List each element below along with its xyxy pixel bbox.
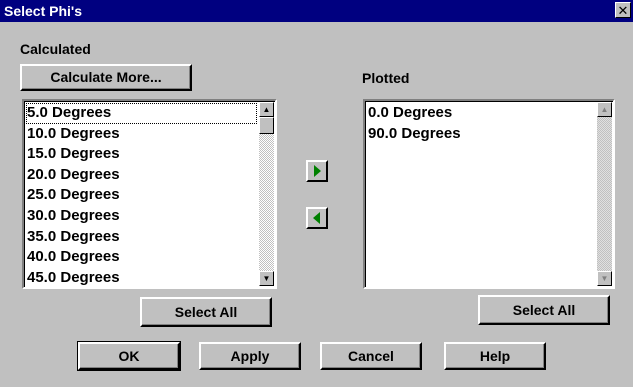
apply-label: Apply	[230, 348, 270, 364]
cancel-label: Cancel	[348, 348, 394, 364]
scroll-up-button[interactable]: ▲	[259, 102, 274, 117]
scroll-down-button[interactable]: ▼	[259, 271, 274, 286]
calculated-select-all-button[interactable]: Select All	[140, 297, 272, 327]
triangle-up-icon: ▲	[262, 105, 271, 114]
calculate-more-button[interactable]: Calculate More...	[20, 64, 192, 91]
cancel-button[interactable]: Cancel	[320, 342, 422, 370]
help-label: Help	[479, 348, 511, 364]
apply-button[interactable]: Apply	[199, 342, 301, 370]
list-item[interactable]: 0.0 Degrees	[367, 103, 595, 124]
remove-from-plotted-button[interactable]	[306, 207, 328, 229]
triangle-down-icon: ▼	[600, 274, 609, 283]
window-title: Select Phi's	[4, 3, 83, 19]
close-icon: ✕	[617, 3, 629, 18]
add-to-plotted-button[interactable]	[306, 160, 328, 182]
arrow-left-icon	[313, 212, 320, 224]
plotted-listbox[interactable]: 0.0 Degrees 90.0 Degrees ▲ ▼	[363, 99, 615, 289]
scroll-down-button[interactable]: ▼	[597, 271, 612, 286]
arrow-right-icon	[314, 165, 321, 177]
scroll-thumb[interactable]	[259, 117, 274, 134]
triangle-down-icon: ▼	[262, 274, 271, 283]
scroll-up-button[interactable]: ▲	[597, 102, 612, 117]
list-item[interactable]: 10.0 Degrees	[26, 124, 257, 145]
calculated-listbox[interactable]: 5.0 Degrees 10.0 Degrees 15.0 Degrees 20…	[22, 99, 277, 289]
list-item[interactable]: 5.0 Degrees	[26, 103, 257, 124]
list-item[interactable]: 30.0 Degrees	[26, 206, 257, 227]
list-item[interactable]: 20.0 Degrees	[26, 165, 257, 186]
close-button[interactable]: ✕	[615, 2, 631, 18]
title-bar[interactable]: Select Phi's ✕	[0, 0, 633, 22]
list-item[interactable]: 90.0 Degrees	[367, 124, 595, 145]
list-item[interactable]: 45.0 Degrees	[26, 268, 257, 289]
ok-label: OK	[118, 348, 140, 364]
calculated-label: Calculated	[20, 41, 91, 57]
select-all-label: Select All	[512, 302, 576, 318]
select-phis-dialog: Select Phi's ✕ Calculated Calculate More…	[0, 0, 633, 387]
plotted-scrollbar[interactable]: ▲ ▼	[597, 102, 612, 286]
ok-button[interactable]: OK	[77, 341, 181, 371]
plotted-items: 0.0 Degrees 90.0 Degrees	[367, 103, 595, 144]
plotted-label: Plotted	[362, 70, 410, 86]
calculated-items: 5.0 Degrees 10.0 Degrees 15.0 Degrees 20…	[26, 103, 257, 288]
list-item[interactable]: 35.0 Degrees	[26, 227, 257, 248]
plotted-select-all-button[interactable]: Select All	[478, 295, 610, 325]
triangle-up-icon: ▲	[600, 105, 609, 114]
calculated-scrollbar[interactable]: ▲ ▼	[259, 102, 274, 286]
list-item[interactable]: 40.0 Degrees	[26, 247, 257, 268]
list-item[interactable]: 15.0 Degrees	[26, 144, 257, 165]
help-button[interactable]: Help	[444, 342, 546, 370]
calculate-more-label: Calculate More...	[50, 69, 162, 85]
select-all-label: Select All	[174, 304, 238, 320]
list-item[interactable]: 25.0 Degrees	[26, 185, 257, 206]
